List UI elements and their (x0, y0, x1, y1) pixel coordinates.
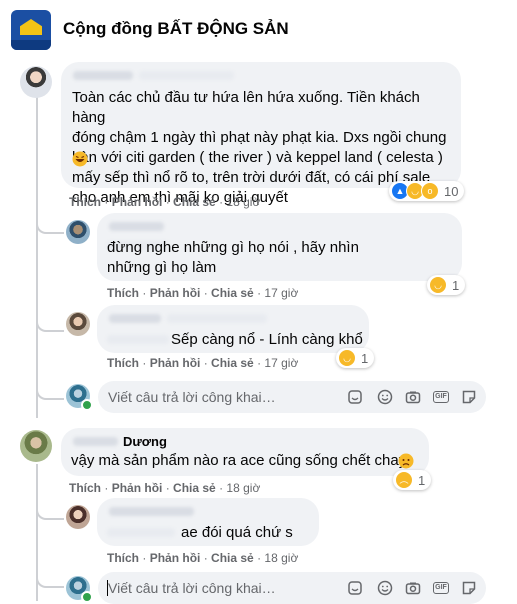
reply-link[interactable]: Phản hồi (112, 481, 163, 495)
gif-icon[interactable]: GIF (433, 389, 449, 405)
reply-link[interactable]: Phản hồi (112, 195, 163, 209)
reply-link[interactable]: Phản hồi (150, 356, 201, 370)
share-link[interactable]: Chia sẻ (173, 481, 216, 495)
reaction-count: 1 (361, 350, 369, 366)
image-sticker-icon[interactable] (461, 580, 477, 596)
wow-reaction-icon: o (421, 182, 439, 200)
comment-text: vậy mà sản phẩm nào ra ace cũng sống chế… (71, 452, 407, 469)
sticker-icon[interactable] (347, 389, 363, 405)
gif-icon[interactable]: GIF (433, 580, 449, 596)
comment-bubble: ae đói quá chứ s (97, 498, 319, 546)
thread-connector (36, 502, 64, 520)
avatar[interactable] (20, 430, 52, 462)
comment-bubble: đừng nghe những gì họ nói , hãy nhìn nhữ… (97, 213, 462, 281)
author-name[interactable]: Dương (123, 434, 167, 449)
haha-reaction-icon: ◡ (338, 349, 356, 367)
share-link[interactable]: Chia sẻ (173, 195, 216, 209)
reply-box[interactable]: GIF (98, 572, 486, 604)
reaction-count: 1 (418, 472, 426, 488)
share-link[interactable]: Chia sẻ (211, 551, 254, 565)
avatar[interactable] (66, 312, 90, 336)
image-sticker-icon[interactable] (461, 389, 477, 405)
like-link[interactable]: Thích (107, 551, 139, 565)
emoji-icon[interactable] (377, 580, 393, 596)
thread-connector (36, 216, 64, 234)
sad-reaction-icon: ︵ (395, 471, 413, 489)
timestamp[interactable]: 18 giờ (226, 481, 260, 495)
sticker-icon[interactable] (347, 580, 363, 596)
author-name-blurred[interactable] (109, 222, 164, 231)
comment-actions: Thích · Phản hồi · Chia sẻ · 18 giờ (107, 551, 299, 565)
thread-line (36, 96, 38, 418)
avatar[interactable] (20, 66, 52, 98)
timestamp[interactable]: 18 giờ (264, 551, 298, 565)
comment-text: đừng nghe những gì họ nói , hãy nhìn nhữ… (107, 239, 359, 276)
online-status-dot (81, 399, 93, 411)
reaction-count: 10 (444, 183, 459, 199)
reaction-summary[interactable]: ▲ ◡ o 10 (389, 181, 465, 201)
reaction-count: 1 (452, 277, 460, 293)
author-name-blurred (167, 314, 267, 323)
camera-icon[interactable] (405, 580, 421, 596)
author-name-blurred[interactable] (109, 314, 161, 323)
thread-connector (36, 314, 64, 332)
group-logo[interactable] (11, 10, 51, 50)
author-name-blurred[interactable] (73, 71, 133, 80)
group-title[interactable]: Cộng đồng BẤT ĐỘNG SẢN (63, 19, 289, 39)
thread-connector (36, 382, 64, 400)
tagged-name-blurred[interactable] (107, 528, 175, 537)
thread-connector (36, 570, 64, 588)
share-link[interactable]: Chia sẻ (211, 286, 254, 300)
haha-reaction-icon: ◡ (429, 276, 447, 294)
avatar[interactable] (66, 220, 90, 244)
timestamp[interactable]: 17 giờ (264, 286, 298, 300)
like-link[interactable]: Thích (107, 286, 139, 300)
reaction-summary[interactable]: ︵ 1 (393, 470, 432, 490)
comment-actions: Thích · Phản hồi · Chia sẻ · 17 giờ (107, 286, 299, 300)
comment-text: Sếp càng nổ - Lính càng khổ (171, 331, 363, 348)
comment-actions: Thích · Phản hồi · Chia sẻ · 18 giờ (69, 481, 261, 495)
camera-icon[interactable] (405, 389, 421, 405)
author-name-blurred (139, 71, 234, 80)
like-link[interactable]: Thích (69, 195, 101, 209)
author-name-blurred[interactable] (109, 507, 194, 516)
reaction-summary[interactable]: ◡ 1 (427, 275, 466, 295)
share-link[interactable]: Chia sẻ (211, 356, 254, 370)
comment-bubble: Dương vậy mà sản phẩm nào ra ace cũng số… (61, 428, 429, 476)
online-status-dot (81, 591, 93, 603)
comment-bubble: Sếp càng nổ - Lính càng khổ (97, 305, 369, 353)
reply-link[interactable]: Phản hồi (150, 286, 201, 300)
like-link[interactable]: Thích (69, 481, 101, 495)
comment-bubble: Toàn các chủ đầu tư hứa lên hứa xuống. T… (61, 62, 461, 206)
timestamp[interactable]: 18 giờ (226, 195, 260, 209)
emoji-icon[interactable] (377, 389, 393, 405)
sad-emoji-icon (398, 453, 414, 469)
avatar[interactable] (66, 505, 90, 529)
author-name-blurred[interactable] (73, 437, 118, 446)
comment-actions: Thích · Phản hồi · Chia sẻ · 17 giờ (107, 356, 299, 370)
laughing-emoji-icon (72, 151, 88, 167)
comment-actions: Thích · Phản hồi · Chia sẻ · 18 giờ (69, 195, 261, 209)
tagged-name-blurred[interactable] (107, 335, 169, 344)
reply-box[interactable]: GIF (98, 381, 486, 413)
timestamp[interactable]: 17 giờ (264, 356, 298, 370)
reply-input[interactable] (108, 381, 338, 413)
reply-link[interactable]: Phản hồi (150, 551, 201, 565)
like-link[interactable]: Thích (107, 356, 139, 370)
group-header: Cộng đồng BẤT ĐỘNG SẢN (0, 0, 517, 59)
comment-feed: Toàn các chủ đầu tư hứa lên hứa xuống. T… (0, 58, 517, 604)
comment-text: ae đói quá chứ s (181, 524, 293, 541)
reply-input[interactable] (108, 572, 338, 604)
reaction-summary[interactable]: ◡ 1 (336, 348, 375, 368)
